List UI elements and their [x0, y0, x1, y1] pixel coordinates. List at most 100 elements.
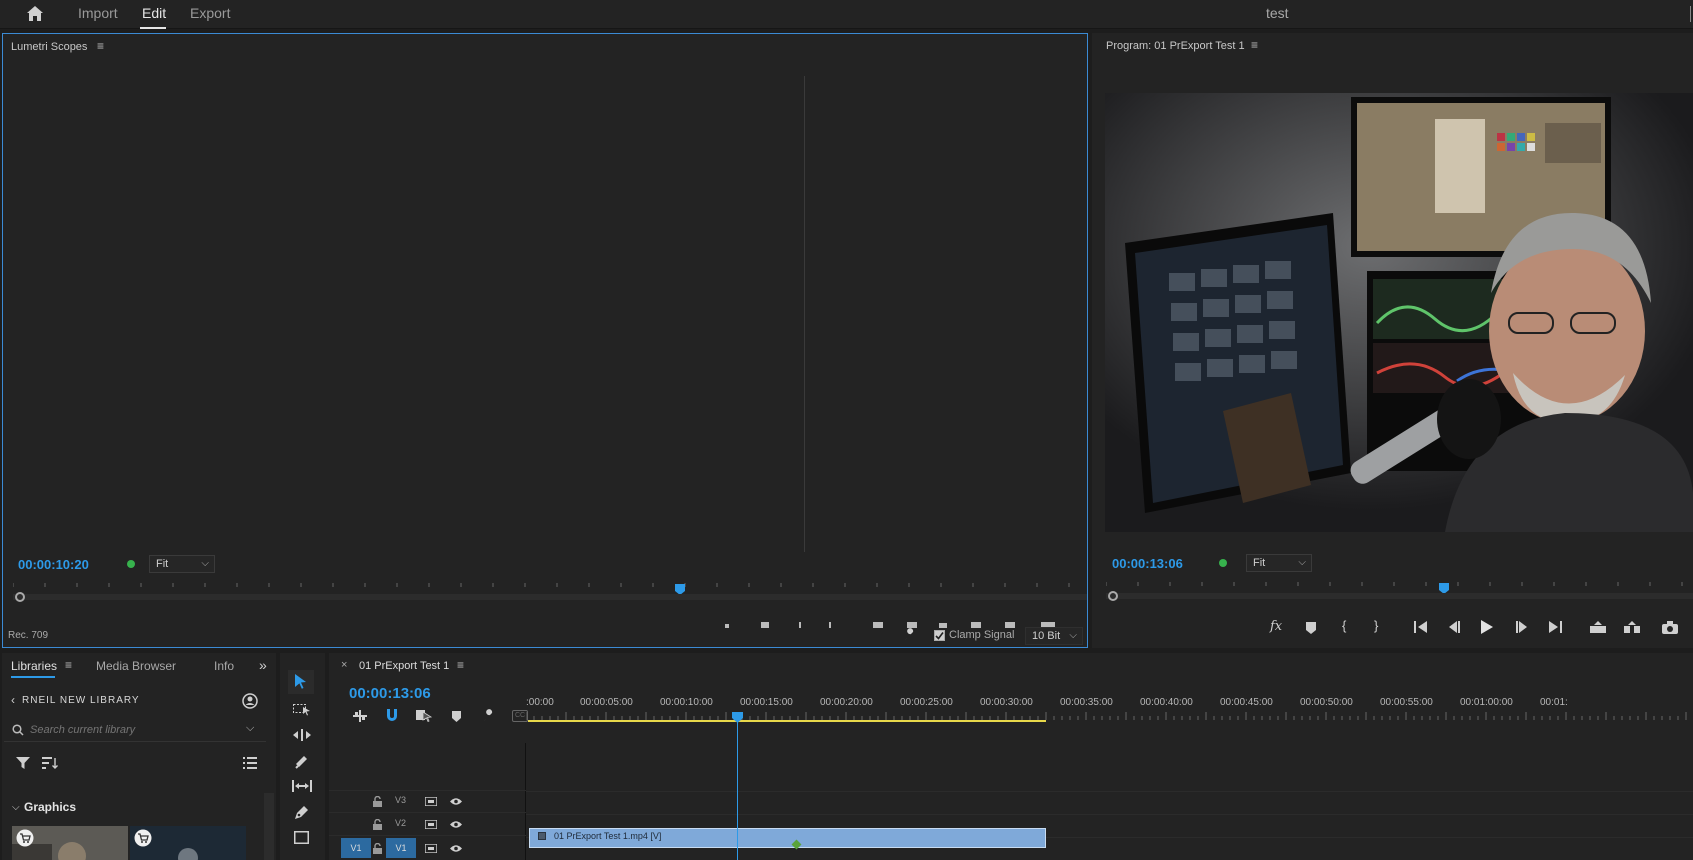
ruler-label: 00:01: [1540, 697, 1568, 708]
program-timecode[interactable]: 00:00:13:06 [1112, 556, 1183, 571]
go-to-out-icon[interactable] [1548, 621, 1562, 633]
tab-libraries[interactable]: Libraries [11, 659, 57, 673]
fit-dropdown[interactable]: Fit ⌵ [149, 555, 215, 573]
program-playhead-ruler[interactable] [1106, 576, 1693, 590]
track-header-v2[interactable]: V2 [329, 814, 526, 836]
eye-visibility-icon[interactable] [450, 797, 462, 806]
home-icon[interactable] [26, 5, 44, 22]
linked-selection-icon[interactable] [416, 709, 432, 722]
section-graphics[interactable]: Graphics [24, 800, 76, 814]
panel-menu-icon[interactable]: ≡ [1251, 38, 1258, 52]
rectangle-tool-icon[interactable] [294, 831, 309, 844]
video-clip[interactable]: 01 PrExport Test 1.mp4 [V] [529, 828, 1046, 850]
more-panels-icon[interactable]: » [259, 657, 267, 673]
list-view-icon[interactable] [243, 757, 257, 769]
clamp-signal-checkbox[interactable] [934, 630, 945, 641]
lock-icon[interactable] [373, 843, 382, 854]
slip-tool-icon[interactable] [292, 780, 312, 792]
zoom-handle[interactable] [15, 592, 25, 602]
sequence-timecode[interactable]: 00:00:13:06 [349, 685, 431, 702]
nav-import[interactable]: Import [78, 5, 118, 21]
library-search-box[interactable]: ⌵ [4, 718, 266, 742]
fit-dropdown-label: Fit [1253, 557, 1266, 569]
sync-lock-icon[interactable] [425, 844, 437, 853]
bit-depth-dropdown[interactable]: 10 Bit ⌵ [1025, 627, 1083, 645]
ripple-edit-tool-icon[interactable] [293, 729, 311, 741]
status-dot-icon [127, 560, 135, 568]
tools-panel [280, 653, 325, 860]
pen-tool-icon[interactable] [294, 805, 309, 820]
collapse-chevron-icon[interactable]: ⌵ [12, 802, 20, 813]
snap-magnet-icon[interactable] [386, 709, 398, 722]
lumetri-timecode[interactable]: 00:00:10:20 [18, 557, 89, 572]
program-video-frame[interactable] [1105, 93, 1693, 532]
eye-visibility-icon[interactable] [450, 844, 462, 853]
timeline-settings-wrench-icon[interactable] [482, 709, 496, 723]
track-target-v1[interactable]: V1 [386, 838, 416, 858]
source-patch-v1[interactable]: V1 [341, 838, 371, 858]
eye-visibility-icon[interactable] [450, 820, 462, 829]
fx-icon[interactable]: fx [1270, 619, 1282, 634]
lock-icon[interactable] [373, 796, 382, 807]
search-input[interactable] [30, 721, 230, 739]
active-tab-indicator [140, 27, 166, 29]
panel-menu-icon[interactable]: ≡ [457, 658, 464, 672]
cart-icon[interactable] [134, 829, 152, 847]
track-header-v1[interactable]: V1 V1 [329, 837, 526, 860]
chevron-down-icon[interactable]: ⌵ [246, 722, 254, 735]
sequence-tab-title[interactable]: 01 PrExport Test 1 [359, 660, 449, 672]
ruler-label: 00:00:30:00 [980, 697, 1033, 708]
filter-icon[interactable] [16, 757, 30, 769]
track-header-v3[interactable]: V3 [329, 791, 526, 813]
playhead-line[interactable] [737, 719, 738, 860]
go-to-in-icon[interactable] [1414, 621, 1428, 633]
tab-info[interactable]: Info [214, 659, 234, 673]
play-icon[interactable] [1480, 620, 1493, 634]
wrench-icon[interactable] [903, 628, 917, 642]
program-fit-dropdown[interactable]: Fit ⌵ [1246, 554, 1312, 572]
nav-edit[interactable]: Edit [142, 5, 166, 21]
close-tab-icon[interactable]: × [341, 659, 347, 671]
timeline-panel: × 01 PrExport Test 1 ≡ 00:00:13:06 CC V3… [329, 653, 1693, 860]
cart-icon[interactable] [16, 829, 34, 847]
back-chevron-icon[interactable]: ‹ [11, 693, 15, 707]
program-zoom-bar[interactable] [1106, 593, 1693, 599]
work-area-bar[interactable] [528, 720, 1046, 722]
clip-marker[interactable] [791, 839, 802, 850]
extract-icon[interactable] [1624, 621, 1640, 633]
zoom-handle[interactable] [1108, 591, 1118, 601]
ruler-label: 00:00:10:00 [660, 697, 713, 708]
playhead-ruler[interactable] [13, 577, 1087, 591]
tab-media-browser[interactable]: Media Browser [96, 659, 176, 673]
step-forward-icon[interactable] [1516, 621, 1528, 633]
export-frame-camera-icon[interactable] [1662, 621, 1678, 634]
sync-lock-icon[interactable] [425, 820, 437, 829]
track-select-tool-icon[interactable] [293, 702, 311, 716]
track-name[interactable]: V2 [395, 818, 406, 828]
panel-menu-icon[interactable]: ≡ [97, 39, 104, 53]
insert-sequence-as-nest-icon[interactable] [353, 710, 367, 722]
panel-menu-icon[interactable]: ≡ [65, 658, 72, 672]
mark-in-icon[interactable]: { [1342, 618, 1346, 633]
add-marker-icon[interactable] [1306, 622, 1316, 634]
lock-icon[interactable] [373, 819, 382, 830]
collaborate-user-icon[interactable] [242, 693, 258, 709]
ruler-label: 00:00:15:00 [740, 697, 793, 708]
zoom-bar[interactable] [13, 594, 1087, 600]
playhead-marker-icon[interactable] [732, 712, 743, 723]
lumetri-scopes-panel: Lumetri Scopes ≡ 00:00:10:20 Fit ⌵ Rec. 7… [2, 33, 1088, 648]
library-name[interactable]: RNEIL NEW LIBRARY [22, 695, 140, 706]
time-ruler[interactable]: :00:00 00:00:05:00 00:00:10:00 00:00:15:00 0… [526, 693, 1693, 723]
track-name[interactable]: V3 [395, 795, 406, 805]
razor-tool-icon[interactable] [294, 754, 309, 769]
chevron-down-icon: ⌵ [201, 558, 209, 569]
nav-export[interactable]: Export [190, 5, 230, 21]
selection-tool-icon[interactable] [295, 674, 307, 689]
mark-out-icon[interactable]: } [1374, 618, 1378, 633]
add-marker-icon[interactable] [452, 711, 461, 722]
sync-lock-icon[interactable] [425, 797, 437, 806]
lift-icon[interactable] [1590, 621, 1606, 633]
step-back-icon[interactable] [1448, 621, 1460, 633]
sort-icon[interactable] [42, 757, 58, 770]
scrollbar[interactable] [264, 793, 274, 860]
